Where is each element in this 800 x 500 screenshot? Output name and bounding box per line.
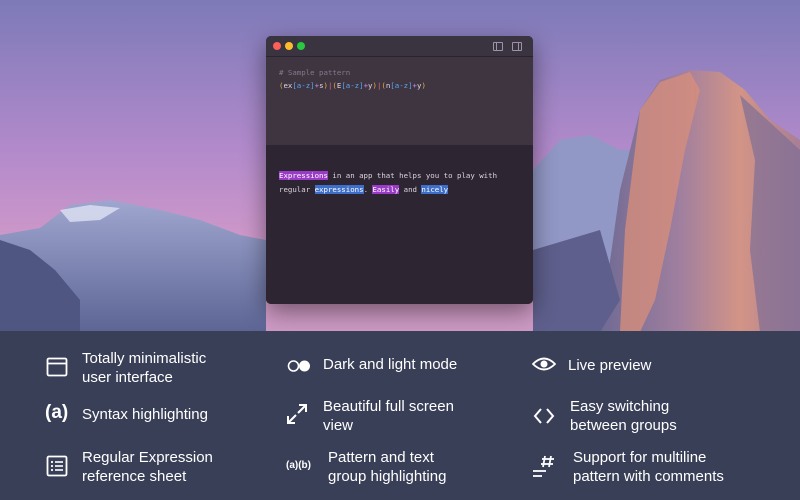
- feature-line: Totally minimalistic: [82, 350, 207, 367]
- feature-multiline-comments: Support for multiline pattern with comme…: [573, 448, 783, 486]
- feature-live-preview: Live preview: [568, 356, 778, 375]
- feature-group-highlighting: Pattern and text group highlighting: [328, 448, 538, 486]
- feature-line: view: [323, 417, 354, 434]
- hash-lines-icon: [533, 455, 554, 477]
- feature-line: between groups: [570, 417, 677, 434]
- feature-line: Dark and light mode: [323, 356, 458, 373]
- plain-text: in an app that helps you to play with: [327, 171, 498, 180]
- feature-line: Easy switching: [570, 398, 670, 415]
- eye-icon: [532, 357, 556, 371]
- feature-full-screen: Beautiful full screen view: [323, 397, 533, 435]
- regex-token: [a-z]: [341, 81, 364, 90]
- feature-line: reference sheet: [82, 468, 187, 485]
- feature-easy-switching: Easy switching between groups: [570, 397, 780, 435]
- feature-reference-sheet: Regular Expression reference sheet: [82, 448, 292, 486]
- feature-dark-light-mode: Dark and light mode: [323, 355, 533, 374]
- zoom-button[interactable]: [297, 42, 305, 50]
- match-highlight: Expressions: [279, 171, 328, 180]
- regex-token: [a-z]: [292, 81, 315, 90]
- toggle-icon: [287, 360, 310, 372]
- feature-line: Beautiful full screen: [323, 398, 454, 415]
- match-highlight: expressions: [314, 185, 364, 194]
- regex-token: ): [421, 81, 426, 90]
- pattern-comment: # Sample pattern: [279, 68, 351, 77]
- match-highlight: nicely: [421, 185, 449, 194]
- feature-line: Live preview: [568, 357, 652, 374]
- test-text-editor[interactable]: Expressions in an app that helps you to …: [266, 145, 533, 304]
- syntax-icon: (a): [45, 402, 69, 423]
- feature-line: pattern with comments: [573, 468, 724, 485]
- group-icon: (a)(b): [286, 460, 311, 471]
- feature-minimal-ui: Totally minimalistic user interface: [82, 349, 292, 387]
- list-icon: [46, 455, 68, 477]
- plain-text: and: [399, 185, 422, 194]
- pattern-regex[interactable]: (ex[a-z]+s)|(E[a-z]+y)|(n[a-z]+y): [279, 81, 426, 90]
- close-button[interactable]: [273, 42, 281, 50]
- regex-token: [a-z]: [390, 81, 413, 90]
- feature-syntax-highlighting: Syntax highlighting: [82, 405, 292, 424]
- feature-line: Regular Expression: [82, 449, 213, 466]
- app-window: # Sample pattern (ex[a-z]+s)|(E[a-z]+y)|…: [266, 36, 533, 304]
- test-text-line: Expressions in an app that helps you to …: [279, 171, 497, 180]
- fullscreen-icon: [287, 404, 307, 424]
- window-icon: [46, 357, 68, 377]
- feature-line: user interface: [82, 369, 173, 386]
- feature-line: Syntax highlighting: [82, 406, 208, 423]
- plain-text: regular: [279, 185, 315, 194]
- sidebar-left-icon[interactable]: [493, 42, 503, 51]
- title-bar[interactable]: [266, 36, 533, 57]
- feature-line: group highlighting: [328, 468, 447, 485]
- features-panel: Totally minimalistic user interface (a) …: [0, 331, 800, 500]
- match-highlight: Easily: [372, 185, 400, 194]
- pattern-editor[interactable]: # Sample pattern (ex[a-z]+s)|(E[a-z]+y)|…: [266, 57, 533, 145]
- feature-line: Support for multiline: [573, 449, 707, 466]
- code-brackets-icon: [533, 408, 555, 424]
- feature-line: Pattern and text: [328, 449, 434, 466]
- test-text-line: regular expressions. Easily and nicely: [279, 185, 449, 194]
- minimize-button[interactable]: [285, 42, 293, 50]
- sidebar-right-icon[interactable]: [512, 42, 522, 51]
